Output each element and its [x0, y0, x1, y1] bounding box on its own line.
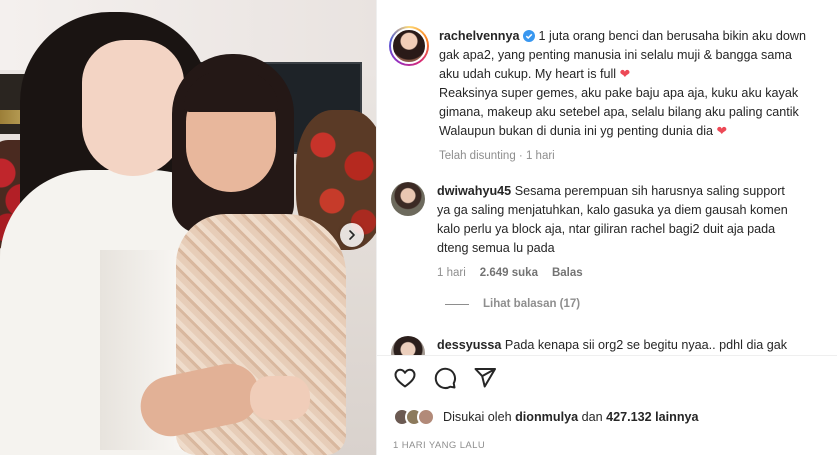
comment-line: Pada kenapa sii org2 se begitu nyaa.. pd… [504, 338, 788, 352]
caption-username[interactable]: rachelvennya [439, 29, 520, 43]
liked-by-summary: Disukai oleh dionmulya dan 427.132 lainn… [393, 408, 699, 426]
view-replies-label: Lihat balasan (17) [483, 298, 581, 310]
comment-line: dteng semua lu pada [437, 241, 555, 255]
caption-line: gimana, makeup aku setebel apa, selalu b… [439, 105, 799, 119]
liked-by-others[interactable]: 427.132 lainnya [606, 410, 698, 424]
caption-line: Reaksinya super gemes, aku pake baju apa… [439, 86, 799, 100]
post-timestamp[interactable]: 1 HARI YANG LALU [393, 440, 485, 451]
replies-divider [445, 303, 469, 305]
liker-avatar [417, 408, 435, 426]
comment-username[interactable]: dwiwahyu45 [437, 184, 511, 198]
carousel-next-button[interactable] [340, 223, 364, 247]
liked-by-prefix: Disukai oleh [443, 410, 512, 424]
caption-time[interactable]: 1 hari [526, 150, 555, 162]
heart-emoji-icon: ❤ [619, 67, 631, 81]
comment-line: ya ga saling menjatuhkan, kalo gasuka ya… [437, 203, 788, 217]
liked-by-user[interactable]: dionmulya [515, 410, 578, 424]
caption-row: rachelvennya 1 juta orang benci dan berus… [389, 26, 837, 166]
verified-badge-icon [522, 30, 535, 42]
commenter-avatar[interactable] [391, 182, 425, 216]
caption-line: 1 juta orang benci dan berusaha bikin ak… [538, 29, 806, 43]
comment-item: dwiwahyu45 Sesama perempuan sih harusnya… [391, 182, 837, 283]
comment-text: dessyussa Pada kenapa sii org2 se begitu… [437, 336, 837, 355]
comment-likes[interactable]: 2.649 suka [480, 264, 538, 283]
paper-plane-icon[interactable] [473, 366, 497, 390]
photo-woman-hand [250, 376, 310, 420]
caption-line: gak apa2, yang penting manusia ini selal… [439, 48, 792, 62]
comments-list[interactable]: rachelvennya 1 juta orang benci dan berus… [377, 0, 837, 355]
caption-line: aku udah cukup. My heart is full [439, 67, 617, 81]
view-replies-button[interactable]: Lihat balasan (17) [445, 298, 580, 310]
author-avatar[interactable] [389, 26, 429, 66]
caption-text: rachelvennya 1 juta orang benci dan berus… [439, 27, 837, 166]
comment-line: kalo perlu ya block aja, ntar giliran ra… [437, 222, 776, 236]
edited-label: Telah disunting [439, 150, 516, 162]
comment-time[interactable]: 1 hari [437, 264, 466, 283]
reply-button[interactable]: Balas [552, 264, 583, 283]
liker-avatars[interactable] [393, 408, 435, 426]
post-actions-bar: Disukai oleh dionmulya dan 427.132 lainn… [377, 355, 837, 455]
photo-girl-bangs [184, 72, 278, 112]
heart-outline-icon[interactable] [393, 366, 417, 390]
chevron-right-icon [349, 230, 355, 240]
caption-line: Walaupun bukan di dunia ini yg penting d… [439, 124, 713, 138]
post-side-panel: rachelvennya 1 juta orang benci dan berus… [376, 0, 837, 455]
heart-emoji-icon: ❤ [716, 124, 728, 138]
comment-item: dessyussa Pada kenapa sii org2 se begitu… [391, 336, 837, 355]
comment-text: dwiwahyu45 Sesama perempuan sih harusnya… [437, 182, 837, 283]
photo-woman-face [82, 40, 184, 176]
commenter-avatar[interactable] [391, 336, 425, 355]
liked-by-connector: dan [581, 410, 603, 424]
comment-bubble-icon[interactable] [433, 366, 457, 390]
comment-username[interactable]: dessyussa [437, 338, 501, 352]
post-photo[interactable] [0, 0, 376, 455]
comment-line: Sesama perempuan sih harusnya saling sup… [514, 184, 785, 198]
